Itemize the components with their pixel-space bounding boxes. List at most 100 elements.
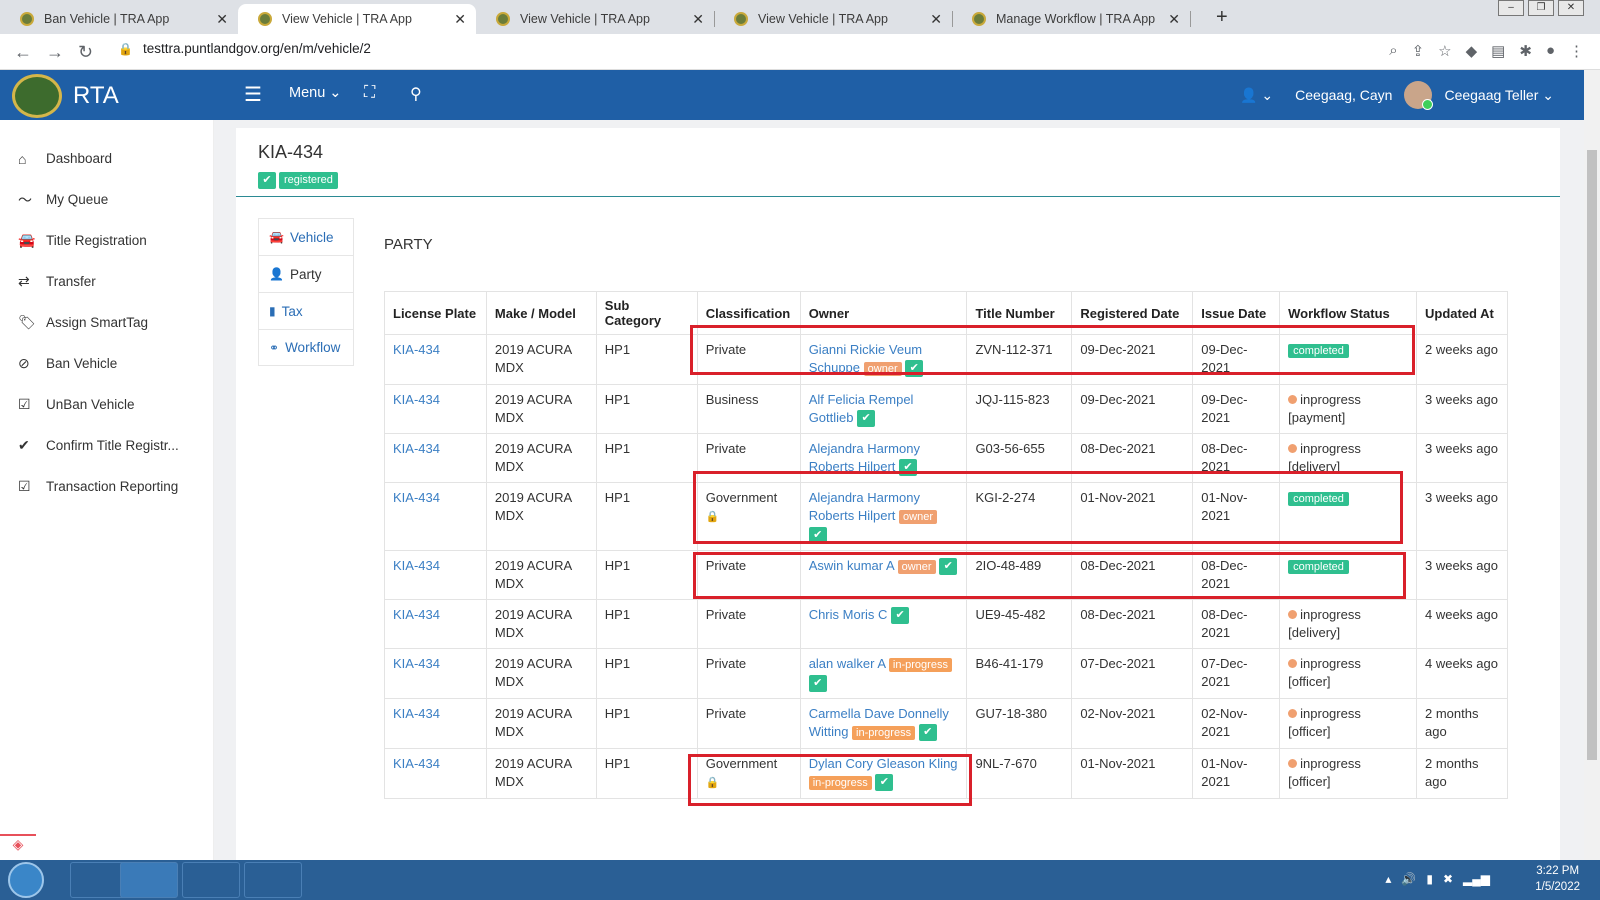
registered-date: 02-Nov-2021 <box>1071 698 1194 750</box>
table-row: KIA-434 2019 ACURA MDX HP1 Business Alf Feli… <box>384 383 1509 435</box>
license-plate-link[interactable]: KIA-434 <box>393 607 440 622</box>
sidebar-item-dashboard[interactable]: ⌂ Dashboard <box>0 138 213 179</box>
edge-icon[interactable] <box>182 862 240 898</box>
tab-party[interactable]: 👤 Party <box>258 255 354 292</box>
sidebar-item-my-queue[interactable]: 〜 My Queue <box>0 179 213 220</box>
extension-shield-icon[interactable]: ◆ <box>1466 42 1478 60</box>
browser-tab[interactable]: Manage Workflow | TRA App ✕ <box>952 4 1191 34</box>
license-plate-link[interactable]: KIA-434 <box>393 342 440 357</box>
chart-line-icon: 〜 <box>18 191 32 208</box>
column-header[interactable]: Sub Category <box>595 291 698 335</box>
puzzle-icon[interactable]: ✱ <box>1519 42 1532 60</box>
close-window-button[interactable]: ✕ <box>1558 0 1584 16</box>
browser-tab[interactable]: View Vehicle | TRA App ✕ <box>714 4 953 34</box>
status-dot <box>1288 709 1298 719</box>
tab-vehicle[interactable]: 🚘 Vehicle <box>258 218 354 255</box>
back-icon[interactable]: ← <box>14 42 32 63</box>
reload-icon[interactable]: ↻ <box>78 42 93 63</box>
tags-icon: 🏷 <box>18 314 36 330</box>
updated-at: 3 weeks ago <box>1415 383 1509 435</box>
zoom-icon[interactable]: ⌕ <box>1389 42 1397 60</box>
updated-at: 3 weeks ago <box>1415 550 1509 601</box>
restore-button[interactable]: ❐ <box>1528 0 1554 16</box>
fullscreen-icon[interactable]: ⛶ <box>364 84 375 102</box>
workflow-step: [officer] <box>1288 674 1331 690</box>
column-header[interactable]: Updated At <box>1415 291 1509 335</box>
menu-dropdown[interactable]: Menu ⌄ <box>289 85 341 101</box>
tab-workflow[interactable]: ⚭ Workflow <box>258 329 354 366</box>
laravel-icon[interactable]: ◈ <box>0 834 36 860</box>
license-plate-link[interactable]: KIA-434 <box>393 706 440 721</box>
make-model: 2019 ACURA MDX <box>485 599 597 650</box>
highlight-box <box>693 552 1406 599</box>
share-icon[interactable]: ⇪ <box>1412 42 1425 60</box>
registered-date: 01-Nov-2021 <box>1071 748 1194 800</box>
star-icon[interactable]: ☆ <box>1438 42 1451 60</box>
system-tray[interactable]: ▴ 🔊 ▮ ✖ ▂▄▆ <box>1385 872 1490 886</box>
profile-dropdown[interactable]: Ceegaag Teller ⌄ <box>1444 87 1554 104</box>
logo <box>12 74 62 118</box>
close-tab-icon[interactable]: ✕ <box>692 11 704 28</box>
chrome-icon[interactable] <box>120 862 178 898</box>
forward-icon[interactable]: → <box>46 42 64 63</box>
license-plate-link[interactable]: KIA-434 <box>393 490 440 505</box>
owner-tag-badge: in-progress <box>888 658 952 673</box>
sidebar-item-assign-smarttag[interactable]: 🏷 Assign SmartTag <box>0 302 213 343</box>
exchange-icon: ⇄ <box>18 273 30 289</box>
close-tab-icon[interactable]: ✕ <box>454 11 466 28</box>
favicon-icon <box>972 12 986 26</box>
sub-category: HP1 <box>595 550 698 601</box>
check-icon: ✔ <box>918 724 937 742</box>
tab-tax[interactable]: ▮ Tax <box>258 292 354 329</box>
scrollbar[interactable] <box>1584 70 1600 860</box>
avatar[interactable] <box>1404 81 1434 110</box>
column-header[interactable]: Make / Model <box>485 291 597 335</box>
license-plate-link[interactable]: KIA-434 <box>393 392 440 407</box>
new-tab-button[interactable]: + <box>1216 6 1228 29</box>
close-tab-icon[interactable]: ✕ <box>930 11 942 28</box>
owner-link[interactable]: Chris Moris C <box>809 607 888 622</box>
close-tab-icon[interactable]: ✕ <box>1168 11 1180 28</box>
license-plate-link[interactable]: KIA-434 <box>393 558 440 573</box>
updated-at: 2 months ago <box>1415 748 1509 800</box>
user-menu-icon[interactable]: 👤 ⌄ <box>1240 87 1273 104</box>
start-button[interactable] <box>8 862 44 898</box>
status-dot <box>1288 395 1298 404</box>
table-row: KIA-434 2019 ACURA MDX HP1 Private Chris Mor… <box>384 599 1509 650</box>
status-dot <box>1288 659 1298 669</box>
brand-name: RTA <box>73 82 119 109</box>
sub-category: HP1 <box>595 748 698 800</box>
more-icon[interactable]: ⋮ <box>1569 42 1584 60</box>
make-model: 2019 ACURA MDX <box>485 334 597 385</box>
make-model: 2019 ACURA MDX <box>485 550 597 601</box>
minimize-button[interactable]: – <box>1498 0 1524 16</box>
user-name[interactable]: Ceegaag, Cayn <box>1295 87 1392 103</box>
url-field[interactable]: 🔒 testtra.puntlandgov.org/en/m/vehicle/2 <box>118 41 371 56</box>
close-tab-icon[interactable]: ✕ <box>216 11 228 28</box>
sidebar-item-title-registration[interactable]: 🚘 Title Registration <box>0 220 213 261</box>
license-plate-link[interactable]: KIA-434 <box>393 441 440 456</box>
app-icon[interactable] <box>244 862 302 898</box>
browser-tab[interactable]: Ban Vehicle | TRA App ✕ <box>0 4 239 34</box>
license-plate-link[interactable]: KIA-434 <box>393 656 440 671</box>
sub-category: HP1 <box>595 599 698 650</box>
column-header[interactable]: License Plate <box>384 291 487 335</box>
home-icon: ⌂ <box>18 150 27 167</box>
sidebar-item-transaction-reporting[interactable]: ☑ Transaction Reporting <box>0 466 213 507</box>
title-number: GU7-18-380 <box>966 698 1073 750</box>
browser-tab[interactable]: View Vehicle | TRA App ✕ <box>476 4 715 34</box>
license-plate-link[interactable]: KIA-434 <box>393 756 440 771</box>
status-dot <box>1288 759 1298 769</box>
browser-tab-active[interactable]: View Vehicle | TRA App ✕ <box>238 4 476 34</box>
sidebar-item-transfer[interactable]: ⇄ Transfer <box>0 261 213 302</box>
workflow-status: inprogress <box>1300 756 1361 772</box>
clipboard-icon[interactable]: ▤ <box>1491 42 1505 60</box>
title-number: UE9-45-482 <box>966 599 1073 650</box>
owner-link[interactable]: alan walker A <box>809 656 886 671</box>
profile-icon[interactable]: ● <box>1546 42 1555 60</box>
hamburger-icon[interactable]: ☰ <box>244 82 262 107</box>
sidebar-item-ban-vehicle[interactable]: ⊘ Ban Vehicle <box>0 343 213 384</box>
sidebar-item-unban-vehicle[interactable]: ☑ UnBan Vehicle <box>0 384 213 425</box>
sidebar-item-confirm-title[interactable]: ✔ Confirm Title Registr... <box>0 425 213 466</box>
search-icon[interactable]: ⚲ <box>410 84 422 104</box>
